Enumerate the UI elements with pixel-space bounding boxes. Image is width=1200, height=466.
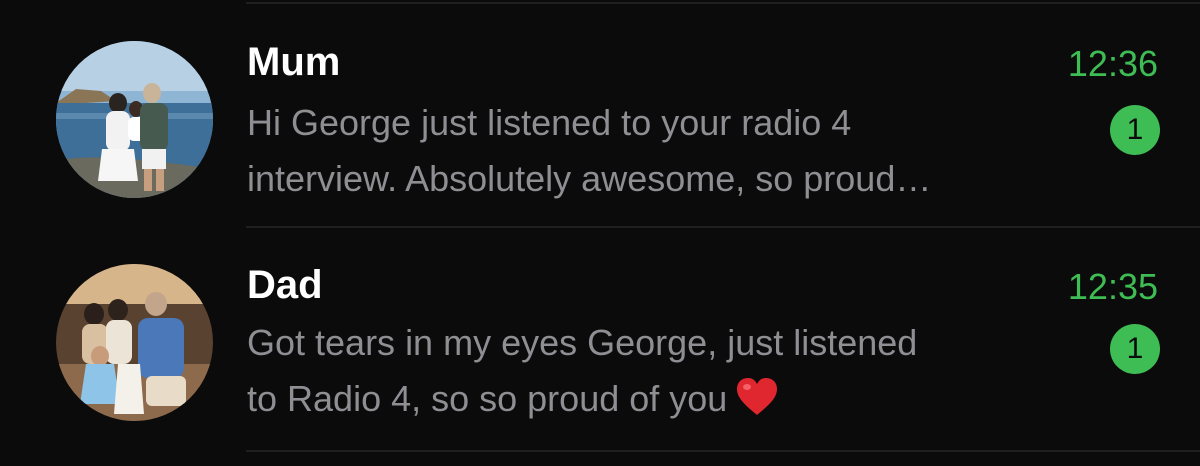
preview-line: interview. Absolutely awesome, so proud… bbox=[247, 158, 932, 199]
chat-row-mum[interactable]: Mum 12:36 Hi George just listened to you… bbox=[0, 4, 1200, 228]
message-preview: Hi George just listened to your radio 4 … bbox=[247, 95, 1047, 207]
message-time: 12:36 bbox=[1067, 43, 1158, 84]
avatar[interactable] bbox=[56, 264, 213, 421]
preview-line: Got tears in my eyes George, just listen… bbox=[247, 322, 918, 363]
preview-line-with-emoji: to Radio 4, so so proud of you bbox=[247, 371, 1047, 433]
bottom-divider bbox=[246, 450, 1200, 452]
message-preview: Got tears in my eyes George, just listen… bbox=[247, 315, 1047, 433]
preview-text: to Radio 4, so so proud of you bbox=[247, 378, 728, 419]
avatar-photo bbox=[56, 264, 213, 421]
unread-badge: 1 bbox=[1110, 324, 1160, 374]
avatar-photo bbox=[56, 41, 213, 198]
message-time: 12:35 bbox=[1067, 266, 1158, 307]
chat-row-dad[interactable]: Dad 12:35 Got tears in my eyes George, j… bbox=[0, 228, 1200, 452]
avatar[interactable] bbox=[56, 41, 213, 198]
contact-name: Dad bbox=[247, 263, 323, 307]
contact-name: Mum bbox=[247, 40, 341, 84]
unread-badge: 1 bbox=[1110, 105, 1160, 155]
preview-line: Hi George just listened to your radio 4 bbox=[247, 102, 852, 143]
heart-emoji-icon bbox=[735, 377, 779, 433]
